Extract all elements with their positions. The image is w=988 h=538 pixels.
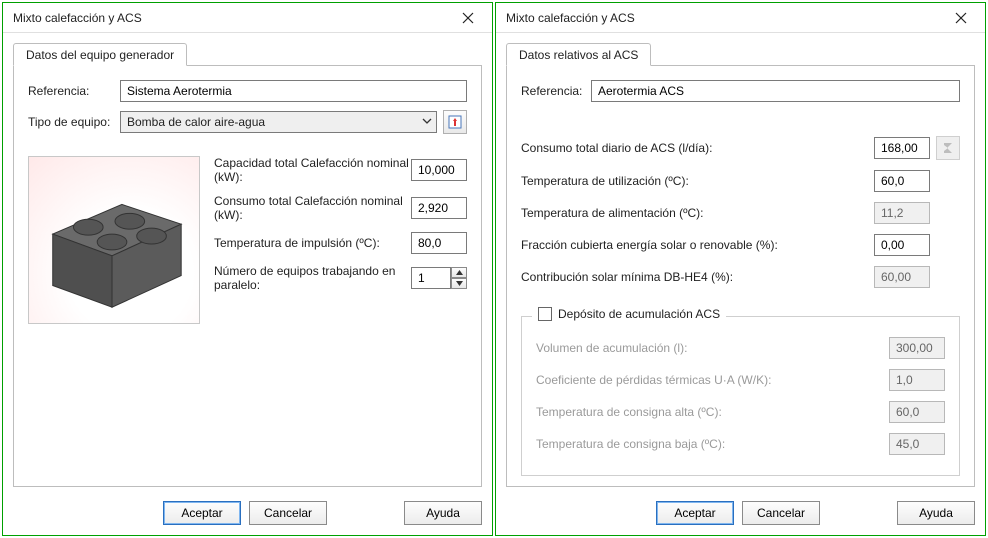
spinner-down-button[interactable] [451, 278, 467, 289]
tank-low-setpoint-label: Temperatura de consigna baja (ºC): [536, 437, 889, 451]
feed-temp-input [874, 202, 930, 224]
heating-consumption-input[interactable] [411, 197, 467, 219]
tank-legend: Depósito de acumulación ACS [532, 307, 726, 321]
use-temp-input[interactable] [874, 170, 930, 192]
param-column: Capacidad total Calefacción nominal (kW)… [214, 156, 467, 324]
solar-fraction-input[interactable] [874, 234, 930, 256]
button-bar: Aceptar Cancelar Ayuda [496, 493, 985, 535]
body: Datos relativos al ACS Referencia: Consu… [496, 33, 985, 493]
row-solar-fraction: Fracción cubierta energía solar o renova… [521, 234, 960, 256]
row-use-temp: Temperatura de utilización (ºC): [521, 170, 960, 192]
groupbox-tank: Depósito de acumulación ACS Volumen de a… [521, 316, 960, 476]
tank-volume-label: Volumen de acumulación (l): [536, 341, 889, 355]
parallel-units-input[interactable] [411, 267, 451, 289]
close-icon [955, 12, 967, 24]
supply-temp-label: Temperatura de impulsión (ºC): [214, 236, 411, 250]
equipment-type-label: Tipo de equipo: [28, 115, 120, 129]
sigma-icon [941, 141, 955, 155]
button-bar: Aceptar Cancelar Ayuda [3, 493, 492, 535]
min-solar-contrib-input [874, 266, 930, 288]
row-reference: Referencia: [28, 80, 467, 102]
tank-ua-input [889, 369, 945, 391]
row-feed-temp: Temperatura de alimentación (ºC): [521, 202, 960, 224]
heating-capacity-input[interactable] [411, 159, 467, 181]
daily-consumption-input[interactable] [874, 137, 930, 159]
row-heating-consumption: Consumo total Calefacción nominal (kW): [214, 194, 467, 222]
dialog-generator: Mixto calefacción y ACS Datos del equipo… [2, 2, 493, 536]
reference-label: Referencia: [28, 84, 120, 98]
tank-legend-text: Depósito de acumulación ACS [558, 307, 720, 321]
row-reference: Referencia: [521, 80, 960, 102]
spinner-up-button[interactable] [451, 267, 467, 278]
cancel-button[interactable]: Cancelar [742, 501, 820, 525]
sum-button[interactable] [936, 136, 960, 160]
reference-input[interactable] [120, 80, 467, 102]
row-heating-capacity: Capacidad total Calefacción nominal (kW)… [214, 156, 467, 184]
row-parallel-units: Número de equipos trabajando en paralelo… [214, 264, 467, 292]
dialog-acs: Mixto calefacción y ACS Datos relativos … [495, 2, 986, 536]
row-equipment-type: Tipo de equipo: Bomba de calor aire-agua [28, 110, 467, 134]
min-solar-contrib-label: Contribución solar mínima DB-HE4 (%): [521, 270, 874, 284]
row-tank-high-setpoint: Temperatura de consigna alta (ºC): [536, 401, 945, 423]
row-min-solar-contrib: Contribución solar mínima DB-HE4 (%): [521, 266, 960, 288]
row-daily-consumption: Consumo total diario de ACS (l/día): [521, 136, 960, 160]
row-tank-low-setpoint: Temperatura de consigna baja (ºC): [536, 433, 945, 455]
reference-label: Referencia: [521, 84, 591, 98]
row-tank-volume: Volumen de acumulación (l): [536, 337, 945, 359]
parallel-units-spinner [411, 267, 467, 289]
chevron-down-icon [422, 115, 432, 129]
supply-temp-input[interactable] [411, 232, 467, 254]
parallel-units-label: Número de equipos trabajando en paralelo… [214, 264, 411, 292]
titlebar: Mixto calefacción y ACS [3, 3, 492, 33]
feed-temp-label: Temperatura de alimentación (ºC): [521, 206, 874, 220]
window-title: Mixto calefacción y ACS [506, 11, 635, 25]
body: Datos del equipo generador Referencia: T… [3, 33, 492, 493]
import-icon [447, 114, 463, 130]
accept-button[interactable]: Aceptar [163, 501, 241, 525]
mid-block: Capacidad total Calefacción nominal (kW)… [28, 156, 467, 324]
tabstrip: Datos relativos al ACS [506, 41, 975, 65]
solar-fraction-label: Fracción cubierta energía solar o renova… [521, 238, 874, 252]
window-title: Mixto calefacción y ACS [13, 11, 142, 25]
row-supply-temp: Temperatura de impulsión (ºC): [214, 232, 467, 254]
help-button[interactable]: Ayuda [897, 501, 975, 525]
tank-low-setpoint-input [889, 433, 945, 455]
row-tank-ua: Coeficiente de pérdidas térmicas U·A (W/… [536, 369, 945, 391]
import-equipment-button[interactable] [443, 110, 467, 134]
use-temp-label: Temperatura de utilización (ºC): [521, 174, 874, 188]
tabstrip: Datos del equipo generador [13, 41, 482, 65]
tab-acs-data[interactable]: Datos relativos al ACS [506, 43, 651, 66]
close-icon [462, 12, 474, 24]
reference-input[interactable] [591, 80, 960, 102]
arrow-down-icon [456, 281, 463, 286]
heating-capacity-label: Capacidad total Calefacción nominal (kW)… [214, 156, 411, 184]
tab-panel: Referencia: Consumo total diario de ACS … [506, 65, 975, 487]
accept-button[interactable]: Aceptar [656, 501, 734, 525]
heating-consumption-label: Consumo total Calefacción nominal (kW): [214, 194, 411, 222]
tank-checkbox[interactable] [538, 307, 552, 321]
equipment-thumbnail [28, 156, 200, 324]
tank-volume-input [889, 337, 945, 359]
cancel-button[interactable]: Cancelar [249, 501, 327, 525]
tab-panel: Referencia: Tipo de equipo: Bomba de cal… [13, 65, 482, 487]
close-button[interactable] [450, 5, 486, 31]
arrow-up-icon [456, 270, 463, 275]
titlebar: Mixto calefacción y ACS [496, 3, 985, 33]
tank-high-setpoint-label: Temperatura de consigna alta (ºC): [536, 405, 889, 419]
help-button[interactable]: Ayuda [404, 501, 482, 525]
equipment-type-value: Bomba de calor aire-agua [127, 115, 265, 129]
equipment-type-select[interactable]: Bomba de calor aire-agua [120, 111, 437, 133]
tank-ua-label: Coeficiente de pérdidas térmicas U·A (W/… [536, 373, 889, 387]
daily-consumption-label: Consumo total diario de ACS (l/día): [521, 141, 874, 155]
tank-high-setpoint-input [889, 401, 945, 423]
close-button[interactable] [943, 5, 979, 31]
heatpump-illustration [29, 157, 199, 323]
tab-generator-data[interactable]: Datos del equipo generador [13, 43, 187, 66]
